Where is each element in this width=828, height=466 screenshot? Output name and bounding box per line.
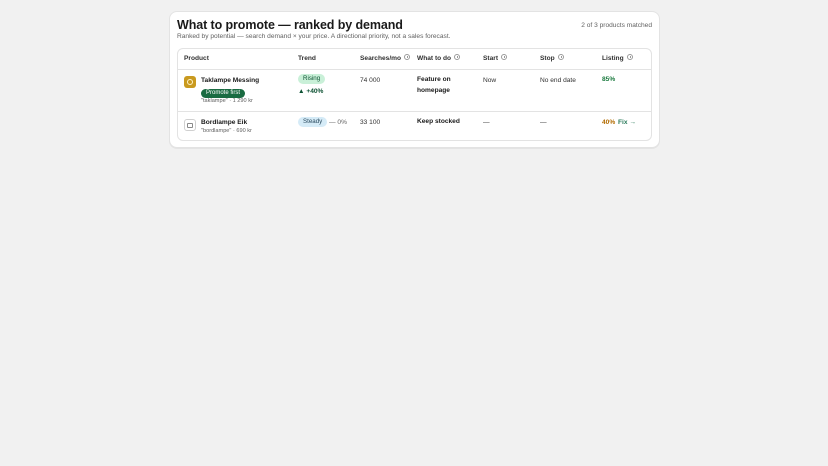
column-header-start: Start [483, 53, 508, 62]
trend-badge: Rising [298, 74, 326, 84]
trend-delta: — 0% [329, 119, 347, 126]
info-icon[interactable] [626, 53, 633, 60]
action-text: Feature on homepage [417, 76, 451, 94]
info-icon[interactable] [454, 53, 461, 60]
promote-card: What to promote — ranked by demand Ranke… [169, 11, 660, 148]
info-icon[interactable] [501, 53, 508, 60]
page-subtitle: Ranked by potential — search demand × yo… [177, 33, 451, 40]
product-meta: "taklampe" · 1 290 kr [201, 98, 253, 104]
column-header-searches: Searches/mo [360, 53, 411, 62]
product-name[interactable]: Bordlampe Eik [201, 119, 247, 126]
column-header-stop: Stop [540, 53, 564, 62]
info-icon[interactable] [557, 53, 564, 60]
product-name[interactable]: Taklampe Messing [201, 77, 259, 84]
listing-score: 40% [602, 119, 616, 126]
start-value: Now [483, 77, 497, 84]
searches-value: 74 000 [360, 77, 381, 84]
stop-value: No end date [540, 77, 576, 84]
stop-value: — [540, 119, 547, 126]
fix-listing-link[interactable]: Fix → [618, 119, 636, 126]
match-count: 2 of 3 products matched [581, 22, 652, 29]
trend-delta: ▲ +40% [298, 88, 324, 95]
table-row[interactable]: Taklampe Messing Promote first "taklampe… [178, 70, 651, 112]
info-icon[interactable] [404, 53, 411, 60]
start-value: — [483, 119, 490, 126]
table-header: Product Trend Searches/mo What to do Sta… [178, 49, 651, 70]
promote-first-badge: Promote first [201, 89, 246, 98]
image-placeholder-icon [184, 119, 196, 131]
table-row[interactable]: Bordlampe Eik "bordlampe" · 690 kr Stead… [178, 112, 651, 140]
page-title: What to promote — ranked by demand [177, 18, 403, 32]
listing-score: 85% [602, 76, 616, 83]
trend-badge: Steady [298, 117, 328, 127]
searches-value: 33 100 [360, 119, 381, 126]
products-table: Product Trend Searches/mo What to do Sta… [177, 48, 652, 141]
action-text: Keep stocked [417, 118, 460, 125]
column-header-action: What to do [417, 53, 461, 62]
lamp-icon [184, 76, 196, 88]
column-header-listing: Listing [602, 53, 633, 62]
column-header-product: Product [184, 55, 209, 62]
product-meta: "bordlampe" · 690 kr [201, 128, 252, 134]
column-header-trend: Trend [298, 55, 316, 62]
